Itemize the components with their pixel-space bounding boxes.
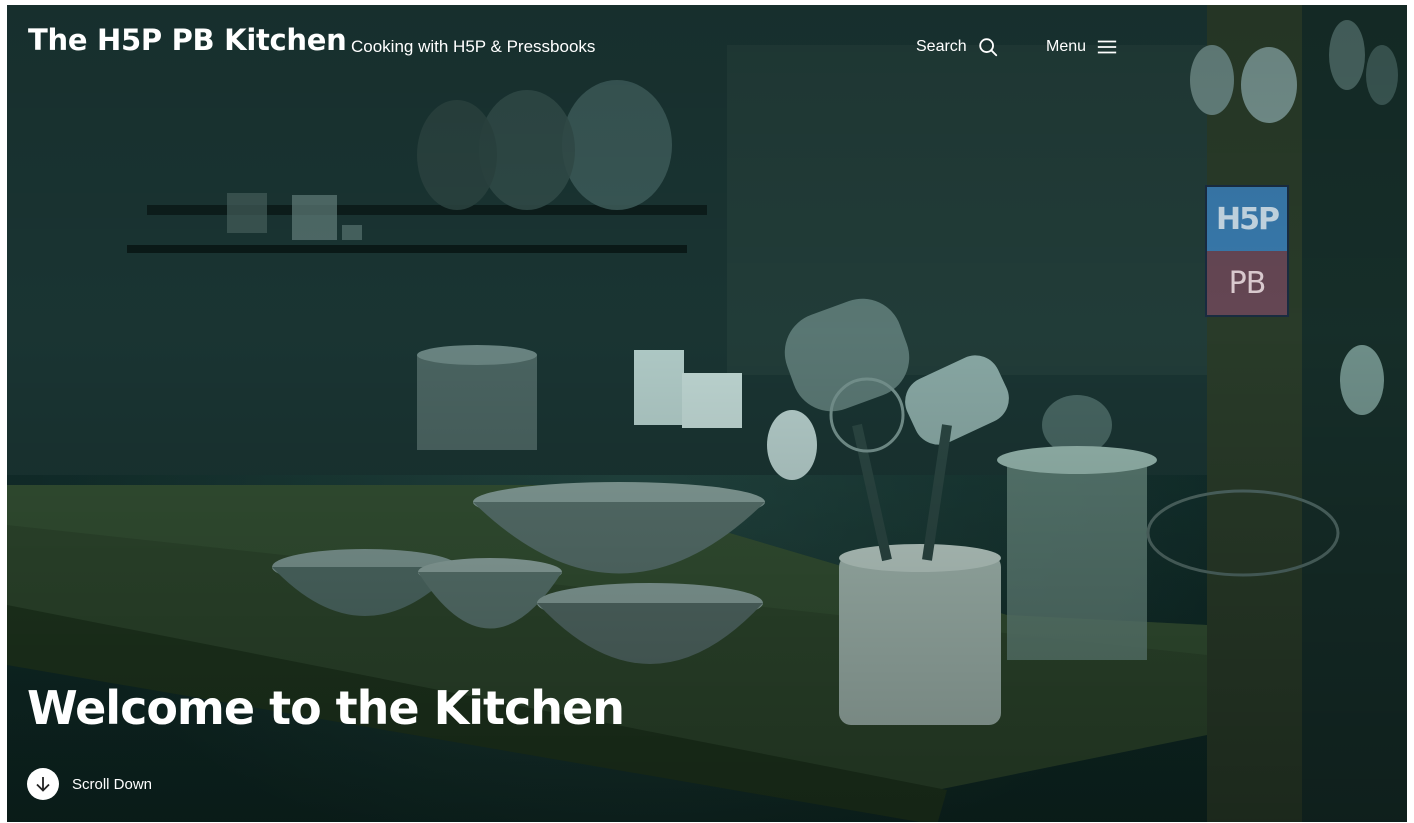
sign-bottom: PB	[1207, 251, 1287, 315]
arrow-down-icon	[36, 777, 50, 792]
sign-h5p-text: H5P	[1216, 201, 1280, 237]
menu-label: Menu	[1046, 38, 1087, 55]
sign-pb-text: PB	[1228, 265, 1267, 301]
h5p-pb-sign: H5P PB	[1205, 185, 1289, 317]
site-title[interactable]: The H5P PB Kitchen	[28, 23, 347, 57]
hamburger-menu-icon	[1097, 40, 1117, 54]
hero-section: H5P PB The H5P PB Kitchen Cooking with H…	[7, 5, 1407, 822]
hero-title: Welcome to the Kitchen	[27, 681, 625, 735]
sign-top: H5P	[1207, 187, 1287, 251]
search-icon	[978, 38, 997, 57]
menu-toggle-button[interactable]: Menu	[1046, 33, 1118, 61]
scroll-down-circle	[27, 768, 59, 800]
scroll-down-label: Scroll Down	[72, 775, 153, 793]
search-toggle-button[interactable]: Search	[916, 33, 999, 61]
search-label: Search	[916, 38, 967, 55]
scroll-down-button[interactable]: Scroll Down	[27, 768, 152, 800]
site-tagline: Cooking with H5P & Pressbooks	[351, 37, 596, 56]
